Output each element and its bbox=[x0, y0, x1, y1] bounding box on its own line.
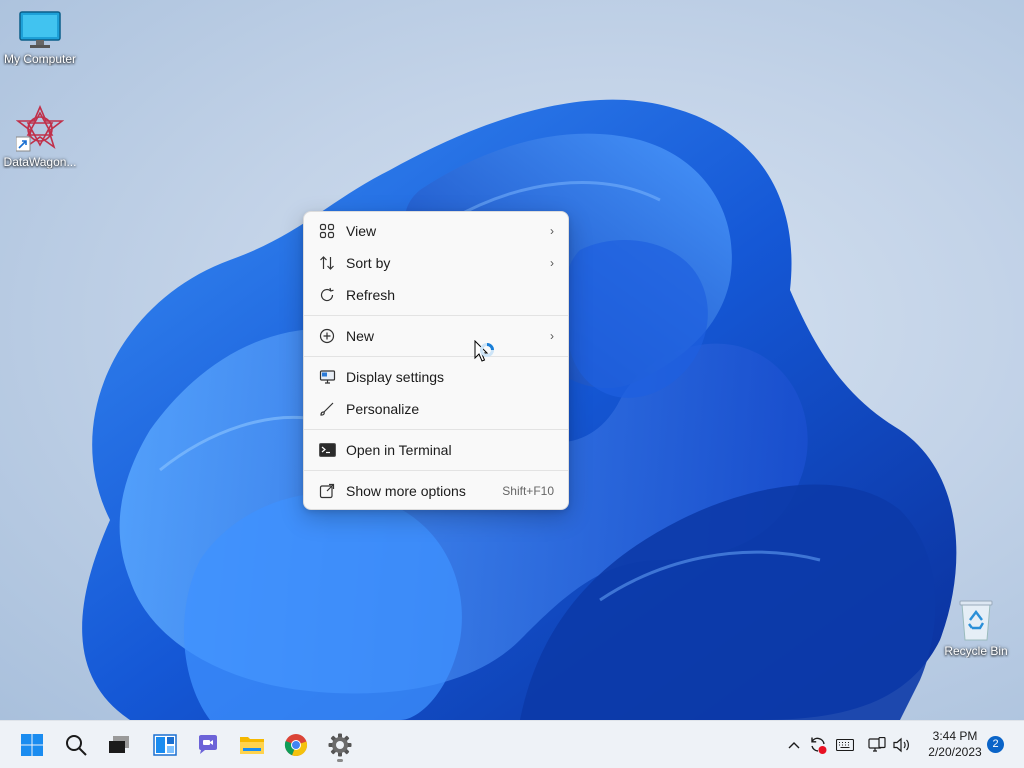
menu-item-label: Open in Terminal bbox=[346, 442, 452, 458]
input-indicator-button[interactable] bbox=[834, 734, 856, 756]
menu-item-label: Sort by bbox=[346, 255, 391, 271]
chevron-right-icon: › bbox=[550, 256, 554, 270]
sort-icon bbox=[318, 254, 336, 272]
clock-date: 2/20/2023 bbox=[928, 745, 982, 759]
taskbar: 3:44 PM 2/20/2023 bbox=[0, 720, 1024, 768]
monitor-icon bbox=[19, 11, 61, 48]
widgets-button[interactable] bbox=[147, 727, 183, 763]
busy-cursor-icon bbox=[474, 340, 494, 362]
datawagon-shortcut-icon bbox=[16, 105, 64, 152]
desktop-context-menu: View › Sort by › Refresh New › Display s… bbox=[303, 211, 569, 510]
display-icon bbox=[318, 368, 336, 386]
menu-item-label: New bbox=[346, 328, 375, 344]
menu-item-sort-by[interactable]: Sort by › bbox=[304, 247, 568, 279]
desktop[interactable]: My Computer DataWagon... Recycle Bin Vie… bbox=[0, 0, 1024, 720]
chrome-icon bbox=[284, 734, 308, 756]
refresh-icon bbox=[318, 286, 336, 304]
clock[interactable]: 3:44 PM 2/20/2023 bbox=[918, 728, 992, 760]
recycle-bin-icon bbox=[959, 600, 993, 641]
teams-chat-icon bbox=[199, 735, 217, 754]
sync-icon bbox=[811, 737, 827, 754]
menu-item-open-in-terminal[interactable]: Open in Terminal bbox=[304, 434, 568, 466]
datawagon-desktop-icon[interactable]: DataWagon... bbox=[0, 105, 80, 169]
menu-item-label: Show more options bbox=[346, 483, 466, 499]
menu-separator bbox=[304, 470, 568, 471]
teams-chat-button[interactable] bbox=[190, 727, 226, 763]
menu-item-new[interactable]: New › bbox=[304, 320, 568, 352]
menu-item-label: Personalize bbox=[346, 401, 420, 417]
menu-separator bbox=[304, 315, 568, 316]
recycle-bin-label: Recycle Bin bbox=[944, 644, 1008, 658]
task-view-button[interactable] bbox=[101, 727, 137, 763]
running-indicator bbox=[337, 759, 343, 762]
terminal-icon bbox=[318, 441, 336, 459]
brush-icon bbox=[318, 400, 336, 418]
widgets-icon bbox=[153, 734, 177, 756]
keyboard-icon bbox=[836, 739, 854, 751]
menu-item-refresh[interactable]: Refresh bbox=[304, 279, 568, 311]
file-explorer-button[interactable] bbox=[234, 727, 270, 763]
task-view-icon bbox=[109, 736, 129, 753]
search-icon bbox=[66, 735, 87, 756]
menu-separator bbox=[304, 356, 568, 357]
network-icon bbox=[868, 737, 886, 752]
start-icon bbox=[21, 734, 43, 756]
menu-item-personalize[interactable]: Personalize bbox=[304, 393, 568, 425]
notification-badge[interactable]: 2 bbox=[987, 736, 1004, 753]
menu-item-display-settings[interactable]: Display settings bbox=[304, 361, 568, 393]
network-tray-button[interactable] bbox=[866, 734, 888, 756]
settings-icon bbox=[328, 733, 352, 757]
volume-tray-button[interactable] bbox=[891, 734, 913, 756]
settings-button[interactable] bbox=[322, 727, 358, 763]
datawagon-label: DataWagon... bbox=[3, 155, 77, 169]
chevron-right-icon: › bbox=[550, 329, 554, 343]
menu-separator bbox=[304, 429, 568, 430]
search-button[interactable] bbox=[58, 727, 94, 763]
plus-circle-icon bbox=[318, 327, 336, 345]
shortcut-hint: Shift+F10 bbox=[502, 484, 554, 498]
volume-icon bbox=[893, 737, 909, 753]
menu-item-show-more-options[interactable]: Show more options Shift+F10 bbox=[304, 475, 568, 507]
show-hidden-icons-button[interactable] bbox=[783, 734, 805, 756]
clock-time: 3:44 PM bbox=[932, 729, 978, 743]
sync-tray-button[interactable] bbox=[807, 734, 829, 756]
menu-item-label: Display settings bbox=[346, 369, 445, 385]
chevron-up-icon bbox=[788, 742, 800, 749]
open-external-icon bbox=[318, 482, 336, 500]
recycle-bin-desktop-icon[interactable]: Recycle Bin bbox=[936, 598, 1016, 658]
file-explorer-icon bbox=[240, 737, 264, 754]
menu-item-label: View bbox=[346, 223, 377, 239]
menu-item-label: Refresh bbox=[346, 287, 396, 303]
chevron-right-icon: › bbox=[550, 224, 554, 238]
my-computer-label: My Computer bbox=[3, 52, 77, 66]
view-grid-icon bbox=[318, 222, 336, 240]
start-button[interactable] bbox=[14, 727, 50, 763]
chrome-button[interactable] bbox=[278, 727, 314, 763]
menu-item-view[interactable]: View › bbox=[304, 215, 568, 247]
my-computer-desktop-icon[interactable]: My Computer bbox=[0, 10, 80, 66]
